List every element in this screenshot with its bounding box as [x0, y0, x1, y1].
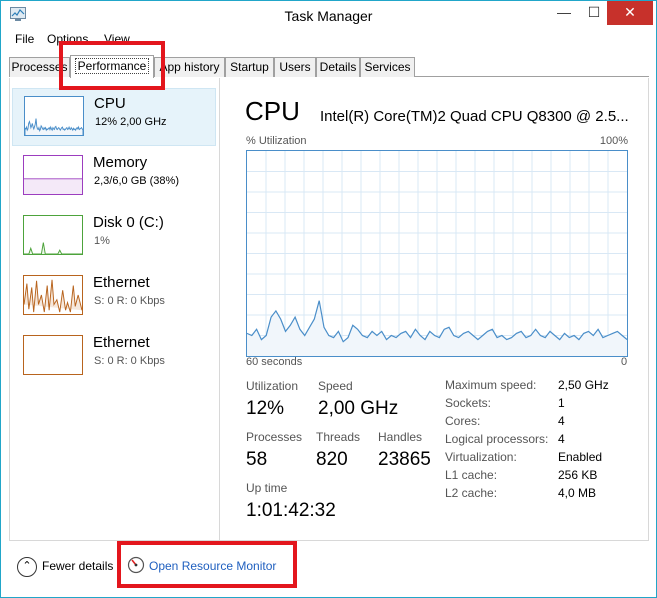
processes-value: 58: [246, 449, 268, 470]
detail-label: Maximum speed:: [445, 378, 537, 392]
close-button[interactable]: ✕: [607, 1, 653, 25]
detail-value: 2,50 GHz: [558, 378, 609, 392]
cpu-model: Intel(R) Core(TM)2 Quad CPU Q8300 @ 2.5.…: [320, 108, 629, 125]
tab-services[interactable]: Services: [360, 57, 415, 77]
resource-monitor-highlight: [117, 541, 297, 588]
sidebar-item-label: CPU: [94, 95, 126, 112]
sidebar-item-sub: 1%: [94, 235, 110, 247]
threads-value: 820: [316, 449, 348, 470]
cpu-utilization-graph: [246, 150, 628, 357]
disk-mini-graph: [23, 215, 83, 255]
task-manager-window: Task Manager — ☐ ✕ File Options View Pro…: [0, 0, 657, 598]
fewer-details-link[interactable]: Fewer details: [42, 559, 113, 573]
sidebar-item-label: Memory: [93, 154, 148, 171]
sidebar-item-disk[interactable]: Disk 0 (C:) 1%: [12, 208, 216, 266]
utilization-axis-label: % Utilization: [246, 135, 307, 147]
detail-label: Sockets:: [445, 396, 492, 410]
detail-value: 4: [558, 432, 565, 446]
sidebar-item-sub: 2,3/6,0 GB (38%): [94, 175, 179, 187]
handles-value: 23865: [378, 449, 431, 470]
utilization-label: Utilization: [246, 379, 299, 393]
sidebar-item-cpu[interactable]: CPU 12% 2,00 GHz: [12, 88, 216, 146]
detail-label: Cores:: [445, 414, 481, 428]
speed-label: Speed: [318, 379, 353, 393]
detail-label: Logical processors:: [445, 432, 549, 446]
chevron-up-icon[interactable]: ⌃: [17, 557, 37, 577]
detail-value: 4: [558, 414, 565, 428]
uptime-value: 1:01:42:32: [246, 500, 336, 521]
performance-panel: CPU 12% 2,00 GHz Memory 2,3/6,0 GB (38%)…: [9, 78, 649, 541]
processes-label: Processes: [246, 430, 303, 444]
minimize-button[interactable]: —: [549, 1, 579, 25]
detail-label: L1 cache:: [445, 468, 498, 482]
sidebar-item-sub: S: 0 R: 0 Kbps: [94, 295, 165, 307]
detail-value: Enabled: [558, 450, 603, 464]
uptime-label: Up time: [246, 481, 288, 495]
sidebar-item-ethernet-1[interactable]: Ethernet S: 0 R: 0 Kbps: [12, 268, 216, 326]
sidebar-item-memory[interactable]: Memory 2,3/6,0 GB (38%): [12, 148, 216, 206]
menu-file[interactable]: File: [15, 32, 34, 46]
title-bar: Task Manager — ☐ ✕: [1, 1, 656, 31]
ethernet-mini-graph: [23, 275, 83, 315]
memory-mini-graph: [23, 155, 83, 195]
cpu-mini-graph: [24, 96, 84, 136]
zero-label: 0: [621, 356, 628, 368]
detail-value: 4,0 MB: [558, 486, 597, 500]
sidebar-item-label: Ethernet: [93, 334, 150, 351]
sidebar-item-label: Disk 0 (C:): [93, 214, 164, 231]
detail-label: Virtualization:: [445, 450, 517, 464]
speed-value: 2,00 GHz: [318, 398, 399, 419]
sidebar-item-sub: S: 0 R: 0 Kbps: [94, 355, 165, 367]
detail-value: 256 KB: [558, 468, 598, 482]
ethernet-mini-graph: [23, 335, 83, 375]
maximize-button[interactable]: ☐: [579, 1, 609, 25]
page-title: CPU: [245, 96, 300, 126]
max-percent-label: 100%: [599, 135, 628, 147]
detail-value: 1: [558, 396, 565, 410]
tab-startup[interactable]: Startup: [225, 57, 274, 77]
tab-users[interactable]: Users: [274, 57, 316, 77]
footer: ⌃ Fewer details Open Resource Monitor: [9, 542, 649, 592]
cpu-detail: CPU Intel(R) Core(TM)2 Quad CPU Q8300 @ …: [238, 78, 643, 540]
utilization-value: 12%: [246, 398, 285, 419]
handles-label: Handles: [378, 430, 423, 444]
detail-label: L2 cache:: [445, 486, 498, 500]
performance-tab-highlight: [59, 41, 165, 90]
sidebar-item-sub: 12% 2,00 GHz: [95, 116, 167, 128]
threads-label: Threads: [316, 430, 361, 444]
sidebar-item-label: Ethernet: [93, 274, 150, 291]
resource-list: CPU 12% 2,00 GHz Memory 2,3/6,0 GB (38%)…: [10, 78, 220, 540]
tab-details[interactable]: Details: [316, 57, 360, 77]
sidebar-item-ethernet-2[interactable]: Ethernet S: 0 R: 0 Kbps: [12, 328, 216, 386]
time-window-label: 60 seconds: [246, 356, 303, 368]
